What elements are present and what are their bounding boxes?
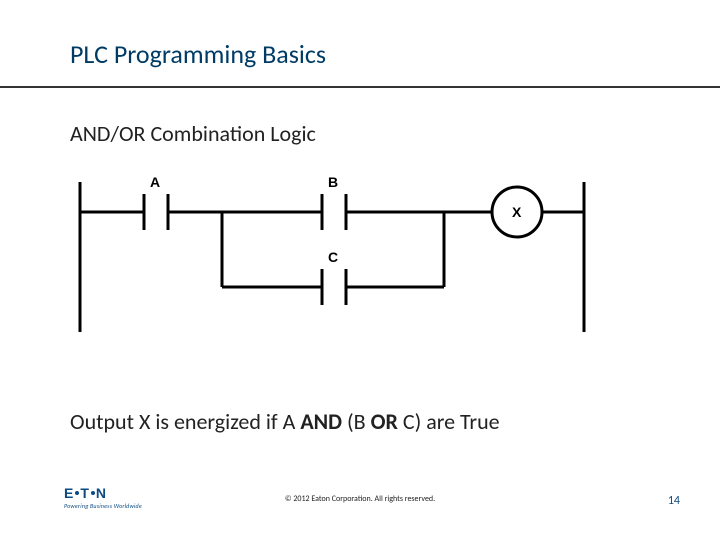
contact-a-label: A xyxy=(150,174,160,190)
coil-x-label: X xyxy=(512,204,522,220)
conclusion-and: AND xyxy=(300,408,342,435)
contact-c-label: C xyxy=(328,249,338,265)
conclusion-or: OR xyxy=(371,408,398,435)
page-number: 14 xyxy=(668,494,680,508)
ladder-diagram: A B C X xyxy=(72,172,592,342)
conclusion-text: Output X is energized if A AND (B OR C) … xyxy=(70,408,500,435)
conclusion-post: C) are True xyxy=(398,408,500,435)
copyright-text: © 2012 Eaton Corporation. All rights res… xyxy=(0,494,720,504)
conclusion-pre: Output X is energized if A xyxy=(70,408,300,435)
slide: PLC Programming Basics AND/OR Combinatio… xyxy=(0,0,720,540)
contact-b-label: B xyxy=(328,174,338,190)
slide-title: PLC Programming Basics xyxy=(70,38,326,70)
title-divider xyxy=(0,86,720,88)
slide-subtitle: AND/OR Combination Logic xyxy=(70,120,316,147)
conclusion-mid: (B xyxy=(342,408,371,435)
